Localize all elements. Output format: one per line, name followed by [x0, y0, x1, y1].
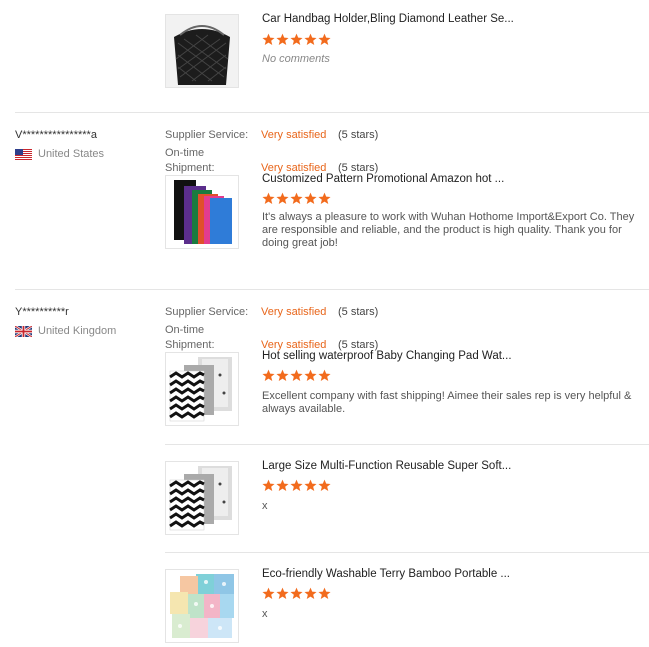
star-icon — [290, 33, 303, 46]
country-name: United Kingdom — [38, 325, 117, 337]
product-image-changing-pad[interactable] — [165, 461, 239, 535]
supplier-service-value: Very satisfied — [261, 129, 327, 141]
product-rating-stars — [262, 33, 331, 47]
ontime-label: On-time — [165, 147, 205, 159]
star-icon — [290, 479, 303, 492]
review-separator — [15, 289, 649, 290]
star-icon — [290, 587, 303, 600]
star-icon — [276, 192, 289, 205]
reviewer-name: V****************a — [15, 129, 97, 141]
star-icon — [304, 33, 317, 46]
star-icon — [318, 33, 331, 46]
product-separator — [165, 444, 649, 445]
star-icon — [276, 369, 289, 382]
star-icon — [276, 587, 289, 600]
star-icon — [262, 369, 275, 382]
reviewer-country: United States — [15, 148, 104, 160]
uk-flag-icon — [15, 325, 32, 337]
star-icon — [290, 192, 303, 205]
star-icon — [290, 369, 303, 382]
supplier-service-label: Supplier Service: — [165, 129, 249, 141]
star-icon — [304, 369, 317, 382]
review-comment: x — [262, 500, 268, 512]
review-comment: No comments — [262, 53, 330, 65]
product-rating-stars — [262, 479, 331, 493]
review-comment: It's always a pleasure to work with Wuha… — [262, 211, 635, 249]
product-rating-stars — [262, 369, 331, 383]
product-title[interactable]: Customized Pattern Promotional Amazon ho… — [262, 173, 504, 185]
review-comment: x — [262, 608, 268, 620]
supplier-service-stars: (5 stars) — [338, 129, 379, 141]
star-icon — [262, 192, 275, 205]
ontime-label: On-time — [165, 324, 205, 336]
star-icon — [318, 479, 331, 492]
supplier-service-stars: (5 stars) — [338, 306, 379, 318]
product-image-changing-pad[interactable] — [165, 352, 239, 426]
supplier-service-value: Very satisfied — [261, 306, 327, 318]
reviewer-name: Y**********r — [15, 306, 69, 318]
us-flag-icon — [15, 148, 32, 160]
product-title[interactable]: Large Size Multi-Function Reusable Super… — [262, 460, 511, 472]
shipment-label: Shipment: — [165, 339, 215, 351]
product-rating-stars — [262, 587, 331, 601]
star-icon — [318, 192, 331, 205]
product-title[interactable]: Car Handbag Holder,Bling Diamond Leather… — [262, 13, 514, 25]
star-icon — [304, 479, 317, 492]
star-icon — [304, 192, 317, 205]
star-icon — [276, 479, 289, 492]
product-title[interactable]: Hot selling waterproof Baby Changing Pad… — [262, 350, 512, 362]
review-separator — [15, 112, 649, 113]
reviewer-country: United Kingdom — [15, 325, 116, 337]
product-title[interactable]: Eco-friendly Washable Terry Bamboo Porta… — [262, 568, 510, 580]
product-image-folders[interactable] — [165, 175, 239, 249]
product-rating-stars — [262, 192, 331, 206]
star-icon — [262, 33, 275, 46]
star-icon — [276, 33, 289, 46]
star-icon — [262, 479, 275, 492]
star-icon — [262, 587, 275, 600]
star-icon — [318, 587, 331, 600]
product-image-bamboo-pads[interactable] — [165, 569, 239, 643]
product-image-handbag-holder[interactable] — [165, 14, 239, 88]
supplier-service-label: Supplier Service: — [165, 306, 249, 318]
review-comment: Excellent company with fast shipping! Ai… — [262, 390, 632, 415]
star-icon — [318, 369, 331, 382]
country-name: United States — [38, 148, 105, 160]
shipment-label: Shipment: — [165, 162, 215, 174]
product-separator — [165, 552, 649, 553]
star-icon — [304, 587, 317, 600]
